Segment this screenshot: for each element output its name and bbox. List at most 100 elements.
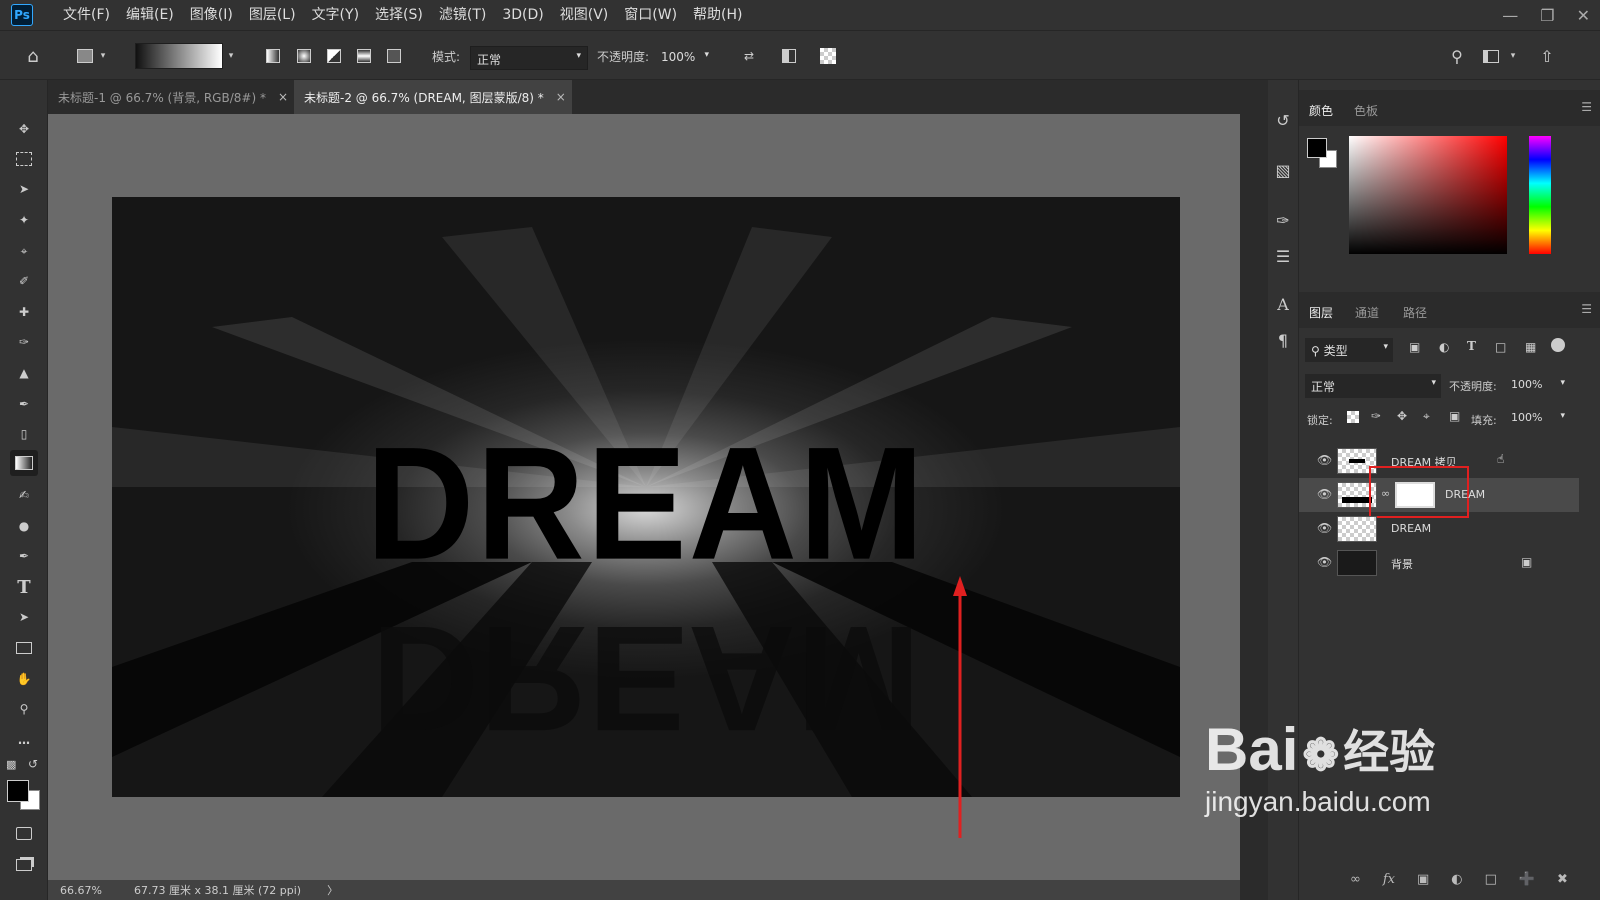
lock-transparent-icon[interactable] [1347, 411, 1359, 423]
magic-wand-tool-icon[interactable]: ✦ [10, 207, 38, 233]
clone-stamp-tool-icon[interactable]: ▲ [10, 360, 38, 386]
color-field[interactable] [1349, 136, 1507, 254]
crop-tool-icon[interactable]: ⌖ [10, 238, 38, 264]
layer-row-background[interactable]: 👁 背景 ▣ [1299, 546, 1579, 580]
menu-window[interactable]: 窗口(W) [616, 0, 685, 30]
new-group-icon[interactable]: □ [1485, 872, 1497, 896]
paragraph-icon[interactable]: ¶ [1272, 328, 1294, 352]
reflected-gradient-icon[interactable] [353, 45, 375, 67]
dodge-tool-icon[interactable]: ● [10, 513, 38, 539]
home-icon[interactable]: ⌂ [22, 45, 44, 67]
adjustment-layer-icon[interactable]: ◐ [1451, 872, 1462, 896]
document-area[interactable]: DREAM DREAM [48, 114, 1240, 880]
smart-object-filter-icon[interactable]: ▦ [1525, 340, 1536, 354]
menu-edit[interactable]: 编辑(E) [118, 0, 182, 30]
foreground-swatch[interactable] [1307, 138, 1327, 158]
layer-name[interactable]: DREAM [1445, 488, 1485, 501]
hand-tool-icon[interactable]: ✋ [10, 666, 38, 692]
link-layers-icon[interactable]: ∞ [1350, 872, 1361, 896]
tab-untitled-1[interactable]: 未标题-1 @ 66.7% (背景, RGB/8#) * × [48, 80, 288, 114]
mode-select[interactable]: 正常 ▾ [470, 46, 588, 70]
zoom-level[interactable]: 66.67% [60, 884, 130, 897]
fill-field[interactable]: 100% ▾ [1507, 407, 1567, 431]
transparency-icon[interactable] [817, 45, 839, 67]
history-icon[interactable]: ↺ [1272, 108, 1294, 132]
visibility-eye-icon[interactable]: 👁 [1317, 555, 1332, 569]
menu-image[interactable]: 图像(I) [182, 0, 241, 30]
menu-3d[interactable]: 3D(D) [494, 0, 551, 30]
history-brush-tool-icon[interactable]: ✒ [10, 391, 38, 417]
quick-mask-icon[interactable] [10, 820, 38, 846]
chevron-down-icon[interactable]: ▾ [96, 45, 110, 67]
move-tool-icon[interactable]: ✥ [10, 116, 38, 142]
layer-row-dream-masked[interactable]: 👁 ∞ DREAM [1299, 466, 1579, 518]
lasso-tool-icon[interactable]: ➤ [10, 176, 38, 202]
tab-swatches[interactable]: 色板 [1354, 102, 1378, 119]
tab-layers[interactable]: 图层 [1309, 304, 1333, 321]
menu-view[interactable]: 视图(V) [552, 0, 617, 30]
visibility-eye-icon[interactable]: 👁 [1317, 453, 1332, 467]
lock-pixels-icon[interactable]: ✑ [1371, 409, 1381, 423]
blend-mode-select[interactable]: 正常 ▾ [1305, 374, 1441, 398]
panel-menu-icon[interactable]: ☰ [1581, 302, 1592, 316]
marquee-tool-icon[interactable] [10, 146, 38, 172]
search-icon[interactable]: ⚲ [1446, 45, 1468, 67]
trash-icon[interactable]: ✖ [1557, 872, 1568, 896]
foreground-color-swatch[interactable] [7, 780, 29, 802]
canvas[interactable]: DREAM DREAM [112, 197, 1180, 797]
smudge-tool-icon[interactable]: ✍ [10, 482, 38, 508]
workspace-icon[interactable] [1480, 45, 1502, 67]
share-icon[interactable]: ⇧ [1536, 45, 1558, 67]
gradient-tool-icon[interactable] [10, 450, 38, 476]
close-icon[interactable]: ✕ [1577, 6, 1590, 25]
tab-channels[interactable]: 通道 [1355, 304, 1379, 321]
3d-icon[interactable]: ▧ [1272, 158, 1294, 182]
tab-untitled-2[interactable]: 未标题-2 @ 66.7% (DREAM, 图层蒙版/8) * × [294, 80, 572, 114]
pixel-filter-icon[interactable]: ▣ [1409, 340, 1420, 354]
zoom-tool-icon[interactable]: ⚲ [10, 696, 38, 722]
chevron-down-icon[interactable]: ▾ [1506, 45, 1520, 67]
filter-toggle[interactable] [1551, 338, 1565, 352]
diamond-gradient-icon[interactable] [383, 45, 405, 67]
radial-gradient-icon[interactable] [293, 45, 315, 67]
minimize-icon[interactable]: — [1502, 6, 1518, 25]
layer-opacity-field[interactable]: 100% ▾ [1507, 374, 1567, 398]
type-filter-icon[interactable]: T [1467, 339, 1476, 353]
lock-position-icon[interactable]: ✥ [1397, 409, 1407, 423]
close-icon[interactable]: × [556, 90, 566, 104]
healing-brush-tool-icon[interactable]: ✚ [10, 299, 38, 325]
tab-paths[interactable]: 路径 [1403, 304, 1427, 321]
brush-tool-icon[interactable]: ✑ [10, 329, 38, 355]
adjustments-icon[interactable]: ☰ [1272, 244, 1294, 268]
dither-icon[interactable] [778, 45, 800, 67]
visibility-eye-icon[interactable]: 👁 [1317, 487, 1332, 501]
shape-filter-icon[interactable]: □ [1495, 340, 1506, 354]
menu-select[interactable]: 选择(S) [367, 0, 431, 30]
visibility-eye-icon[interactable]: 👁 [1317, 521, 1332, 535]
lock-all-icon[interactable]: ▣ [1449, 409, 1460, 423]
menu-filter[interactable]: 滤镜(T) [431, 0, 494, 30]
reverse-icon[interactable]: ⇄ [738, 45, 760, 67]
add-mask-icon[interactable]: ▣ [1417, 872, 1429, 896]
linear-gradient-icon[interactable] [262, 45, 284, 67]
panel-menu-icon[interactable]: ☰ [1581, 100, 1592, 114]
angle-gradient-icon[interactable] [323, 45, 345, 67]
layer-name[interactable]: DREAM [1391, 522, 1431, 535]
fx-icon[interactable]: fx [1383, 872, 1395, 896]
eraser-tool-icon[interactable]: ▯ [10, 421, 38, 447]
close-icon[interactable]: × [278, 90, 288, 104]
restore-icon[interactable]: ❐ [1540, 6, 1554, 25]
layer-row-dream[interactable]: 👁 DREAM [1299, 512, 1579, 546]
default-colors-icon[interactable]: ▩ [6, 758, 16, 771]
menu-help[interactable]: 帮助(H) [685, 0, 750, 30]
gradient-preview[interactable] [135, 43, 223, 69]
menu-layer[interactable]: 图层(L) [241, 0, 304, 30]
rectangle-tool-icon[interactable] [10, 635, 38, 661]
character-icon[interactable]: A [1272, 292, 1294, 316]
tab-color[interactable]: 颜色 [1309, 102, 1333, 119]
pen-tool-icon[interactable]: ✒ [10, 543, 38, 569]
tool-preset-icon[interactable] [74, 45, 96, 67]
swap-colors-icon[interactable]: ↺ [28, 757, 38, 771]
eyedropper-tool-icon[interactable]: ✐ [10, 268, 38, 294]
menu-file[interactable]: 文件(F) [55, 0, 118, 30]
